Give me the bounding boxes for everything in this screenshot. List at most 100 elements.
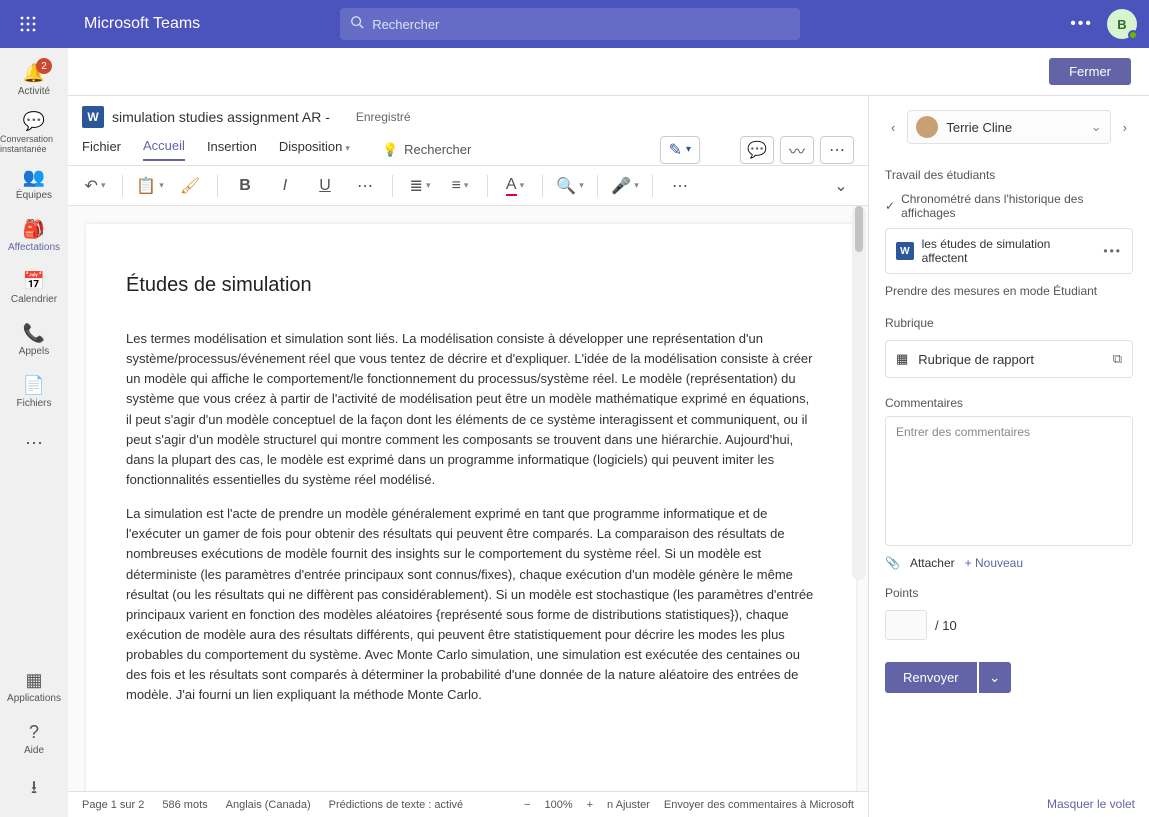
search-input[interactable]: [372, 17, 790, 32]
send-feedback[interactable]: Envoyer des commentaires à Microsoft: [664, 799, 854, 811]
app-rail: 🔔 Activité 2 💬 Conversation instantanée …: [0, 48, 68, 817]
hide-panel-link[interactable]: Masquer le volet: [1047, 797, 1135, 811]
check-icon: ✓: [885, 199, 895, 213]
editing-mode-button[interactable]: ✎▾: [660, 136, 700, 164]
doc-heading: Études de simulation: [126, 274, 816, 297]
ribbon-more-button[interactable]: ⋯: [820, 136, 854, 164]
new-attachment-link[interactable]: + Nouveau: [965, 556, 1023, 570]
tab-home[interactable]: Accueil: [143, 138, 185, 161]
dictate-button[interactable]: 🎤: [612, 173, 638, 199]
student-avatar: [916, 116, 938, 138]
toolbar-more-button[interactable]: ⋯: [667, 173, 693, 199]
rail-assignments[interactable]: 🎒 Affectations: [0, 210, 68, 262]
word-count[interactable]: 586 mots: [162, 799, 207, 811]
more-icon[interactable]: •••: [1070, 15, 1093, 33]
rail-teams[interactable]: 👥 Équipes: [0, 158, 68, 210]
student-selector[interactable]: Terrie Cline ⌄: [907, 110, 1110, 144]
avatar[interactable]: B: [1107, 9, 1137, 39]
student-nav: ‹ Terrie Cline ⌄ ›: [885, 110, 1133, 144]
help-icon: ?: [29, 722, 39, 743]
calendar-icon: 📅: [23, 271, 45, 292]
status-bar: Page 1 sur 2 586 mots Anglais (Canada) P…: [68, 791, 868, 817]
next-student-button[interactable]: ›: [1117, 116, 1133, 139]
rail-calendar[interactable]: 📅 Calendrier: [0, 262, 68, 314]
tracked-viewing: ✓ Chronométré dans l'historique des affi…: [885, 192, 1133, 220]
align-button[interactable]: ≡: [447, 173, 473, 199]
zoom-level[interactable]: 100%: [544, 799, 572, 811]
zoom-out[interactable]: −: [524, 799, 530, 811]
format-painter[interactable]: 🖌: [177, 173, 203, 199]
top-bar: Microsoft Teams ••• B: [0, 0, 1149, 48]
take-action-link[interactable]: Prendre des mesures en mode Étudiant: [885, 284, 1133, 298]
rail-calls[interactable]: 📞 Appels: [0, 314, 68, 366]
close-row: Fermer: [68, 48, 1149, 96]
rail-apps[interactable]: ▦ Applications: [0, 661, 68, 713]
submitted-file[interactable]: W les études de simulation affectent •••: [885, 228, 1133, 274]
text-predictions[interactable]: Prédictions de texte : activé: [329, 799, 464, 811]
files-icon: 📄: [23, 375, 45, 396]
tab-file[interactable]: Fichier: [82, 139, 121, 160]
word-icon: W: [82, 106, 104, 128]
return-dropdown-button[interactable]: ⌄: [979, 662, 1011, 693]
fit-page[interactable]: n Ajuster: [607, 799, 650, 811]
ribbon-tabs: Fichier Accueil Insertion Disposition 💡 …: [68, 134, 868, 166]
points-input[interactable]: [885, 610, 927, 640]
rail-more[interactable]: ⋯: [0, 418, 68, 470]
comment-icon: 💬: [747, 140, 767, 160]
bulb-icon: 💡: [382, 142, 398, 158]
attach-link[interactable]: Attacher: [910, 556, 955, 570]
search-box[interactable]: [340, 8, 800, 40]
rail-help[interactable]: ? Aide: [0, 713, 68, 765]
styles-button[interactable]: A: [502, 173, 528, 199]
collapse-ribbon-button[interactable]: ⌄: [828, 173, 854, 199]
scrollbar[interactable]: [852, 206, 866, 580]
student-work-heading: Travail des étudiants: [885, 168, 1133, 182]
toolbar: ↶ 📋 🖌 B I U ⋯ ≣ ≡ A 🔍 🎤 ⋯ ⌄: [68, 166, 868, 206]
presence-indicator: [1128, 30, 1138, 40]
file-more-button[interactable]: •••: [1103, 244, 1122, 258]
doc-paragraph: Les termes modélisation et simulation so…: [126, 329, 816, 490]
paste-button[interactable]: 📋: [137, 173, 163, 199]
page-count[interactable]: Page 1 sur 2: [82, 799, 144, 811]
download-icon: ⭳: [31, 775, 37, 805]
feedback-input[interactable]: Entrer des commentaires: [885, 416, 1133, 546]
activity-badge: 2: [36, 58, 52, 74]
grading-panel: ‹ Terrie Cline ⌄ › Travail des étudiants…: [869, 96, 1149, 817]
tab-layout[interactable]: Disposition: [279, 139, 350, 160]
tab-insert[interactable]: Insertion: [207, 139, 257, 160]
points-heading: Points: [885, 586, 1133, 600]
student-name: Terrie Cline: [946, 120, 1012, 135]
return-button[interactable]: Renvoyer: [885, 662, 977, 693]
find-button[interactable]: 🔍: [557, 173, 583, 199]
close-button[interactable]: Fermer: [1049, 58, 1131, 85]
rail-files[interactable]: 📄 Fichiers: [0, 366, 68, 418]
pen-icon: ✎: [669, 140, 682, 160]
ribbon-search[interactable]: 💡 Rechercher: [382, 142, 471, 158]
waffle-icon[interactable]: [12, 8, 44, 40]
rail-activity[interactable]: 🔔 Activité 2: [0, 54, 68, 106]
zoom-in[interactable]: +: [587, 799, 593, 811]
more-icon: ⋯: [25, 433, 43, 454]
italic-button[interactable]: I: [272, 173, 298, 199]
font-more-button[interactable]: ⋯: [352, 173, 378, 199]
activity-icon: 〰: [789, 138, 805, 162]
rubric-item[interactable]: ▦ Rubrique de rapport ⧉: [885, 340, 1133, 378]
bullets-button[interactable]: ≣: [407, 173, 433, 199]
undo-button[interactable]: ↶: [82, 173, 108, 199]
document-scroll[interactable]: Études de simulation Les termes modélisa…: [68, 206, 868, 791]
language[interactable]: Anglais (Canada): [226, 799, 311, 811]
assignments-icon: 🎒: [23, 219, 45, 240]
comments-button[interactable]: 💬: [740, 136, 774, 164]
points-max: / 10: [935, 618, 957, 633]
rail-chat[interactable]: 💬 Conversation instantanée: [0, 106, 68, 158]
underline-button[interactable]: U: [312, 173, 338, 199]
chat-icon: 💬: [23, 111, 45, 132]
popout-icon[interactable]: ⧉: [1113, 351, 1122, 367]
teams-icon: 👥: [23, 167, 45, 188]
apps-icon: ▦: [25, 670, 42, 691]
search-icon: [350, 15, 364, 34]
bold-button[interactable]: B: [232, 173, 258, 199]
prev-student-button[interactable]: ‹: [885, 116, 901, 139]
rail-download[interactable]: ⭳: [0, 765, 68, 817]
catchup-button[interactable]: 〰: [780, 136, 814, 164]
